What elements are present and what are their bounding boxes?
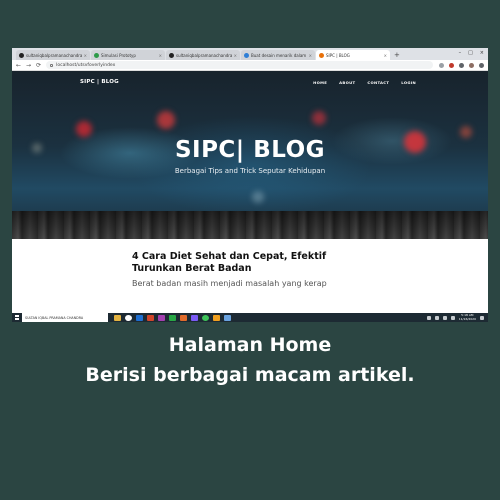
browser-tab[interactable]: sultaniqbalpramanachandra.cla × [16,50,90,60]
close-tab-icon[interactable]: × [84,53,87,58]
browser-tab[interactable]: Simulasi Prototyp × [91,50,165,60]
extension-icon[interactable] [449,62,454,68]
tab-label: Simulasi Prototyp [101,52,136,58]
forward-icon[interactable]: → [26,62,31,69]
chrome-icon[interactable] [125,314,132,321]
menu-dots-icon[interactable] [479,62,484,68]
close-tab-icon[interactable]: × [159,53,162,58]
clock-date: 11/16/2020 [458,316,476,321]
caption-description: Berisi berbagai macam artikel. [85,364,415,386]
back-icon[interactable]: ← [16,62,21,69]
maximize-icon[interactable]: □ [468,50,473,56]
navbar-brand[interactable]: SIPC | BLOG [80,79,119,85]
desktop-screenshot: sultaniqbalpramanachandra.cla × Simulasi… [12,48,488,322]
bokeh-light [252,191,264,203]
chevron-up-icon[interactable] [426,315,431,320]
address-bar: ← → ⟳ localhost/utsvfoverlyindex [12,60,488,71]
clock[interactable]: 5:18 AM 11/16/2020 [458,313,476,321]
tab-label: sultaniqbalpramanachandra.cla [26,52,82,58]
nav-about-link[interactable]: ABOUT [339,80,355,85]
minimize-icon[interactable]: – [459,50,462,56]
notification-icon[interactable] [480,315,484,320]
nav-home-link[interactable]: HOME [313,80,327,85]
webpage: SIPC | BLOG HOME ABOUT CONTACT LOGIN SIP… [12,71,488,313]
browser-tab-strip: sultaniqbalpramanachandra.cla × Simulasi… [12,48,488,60]
network-icon[interactable] [434,315,439,320]
ai-icon[interactable] [147,314,154,321]
github-favicon-icon [19,52,24,58]
article-preview[interactable]: 4 Cara Diet Sehat dan Cepat, Efektif Tur… [132,251,352,289]
hero-banner: SIPC | BLOG HOME ABOUT CONTACT LOGIN SIP… [12,71,488,239]
close-tab-icon[interactable]: × [234,53,237,58]
article-excerpt: Berat badan masih menjadi masalah yang k… [132,279,327,288]
site-favicon-icon [319,52,324,58]
file-explorer-icon[interactable] [114,314,121,321]
windows-taskbar: SULTAN IQBAL PRAMANA CHANDRA 5:18 AM 11/… [12,313,488,322]
profile-avatar-icon[interactable] [469,62,474,68]
bokeh-light [76,121,92,137]
start-button[interactable] [12,313,22,322]
vlc-icon[interactable] [213,314,220,321]
close-tab-icon[interactable]: × [309,53,312,58]
design-favicon-icon [244,52,249,58]
windows-logo-icon [14,315,20,320]
nav-contact-link[interactable]: CONTACT [367,80,389,85]
whatsapp-icon[interactable] [202,314,209,321]
nav-login-link[interactable]: LOGIN [401,80,416,85]
star-icon[interactable] [439,62,444,68]
system-tray: 5:18 AM 11/16/2020 [426,313,488,321]
tab-label: SIPC | BLOG [326,52,350,58]
browser-tab-active[interactable]: SIPC | BLOG × [316,50,390,60]
browser-tab[interactable]: sultaniqbalpramanachandra.cla × [166,50,240,60]
app-icon[interactable] [191,314,198,321]
tab-label: Buat desain menarik dalam wa [251,52,307,58]
bokeh-light [157,111,175,129]
wooden-floor [12,211,488,239]
close-window-icon[interactable]: × [480,50,484,56]
app-icon[interactable] [224,314,231,321]
bokeh-light [312,111,326,125]
extension-icons [439,62,484,68]
prototype-favicon-icon [94,52,99,58]
info-icon [50,63,54,67]
hero-title: SIPC| BLOG [174,137,326,163]
article-title[interactable]: 4 Cara Diet Sehat dan Cepat, Efektif Tur… [132,251,352,275]
ps-icon[interactable] [136,314,143,321]
navbar-links: HOME ABOUT CONTACT LOGIN [313,80,416,85]
window-controls: – □ × [459,50,484,56]
taskbar-apps [114,314,231,321]
caption-title: Halaman Home [168,334,332,356]
browser-tab[interactable]: Buat desain menarik dalam wa × [241,50,315,60]
battery-icon[interactable] [450,315,455,320]
close-tab-icon[interactable]: × [384,53,387,58]
tab-label: sultaniqbalpramanachandra.cla [176,52,232,58]
url-text: localhost/utsvfoverlyindex [56,62,116,68]
puzzle-icon[interactable] [459,62,464,68]
terminal-icon[interactable] [169,314,176,321]
new-tab-button[interactable]: + [394,50,400,60]
volume-icon[interactable] [442,315,447,320]
hero-subtitle: Berbagai Tips and Trick Seputar Kehidupa… [174,167,326,175]
app-icon[interactable] [180,314,187,321]
pr-icon[interactable] [158,314,165,321]
taskbar-search[interactable]: SULTAN IQBAL PRAMANA CHANDRA [22,313,108,322]
url-field[interactable]: localhost/utsvfoverlyindex [46,61,433,69]
reload-icon[interactable]: ⟳ [36,62,41,69]
search-text: SULTAN IQBAL PRAMANA CHANDRA [25,315,84,320]
github-favicon-icon [169,52,174,58]
